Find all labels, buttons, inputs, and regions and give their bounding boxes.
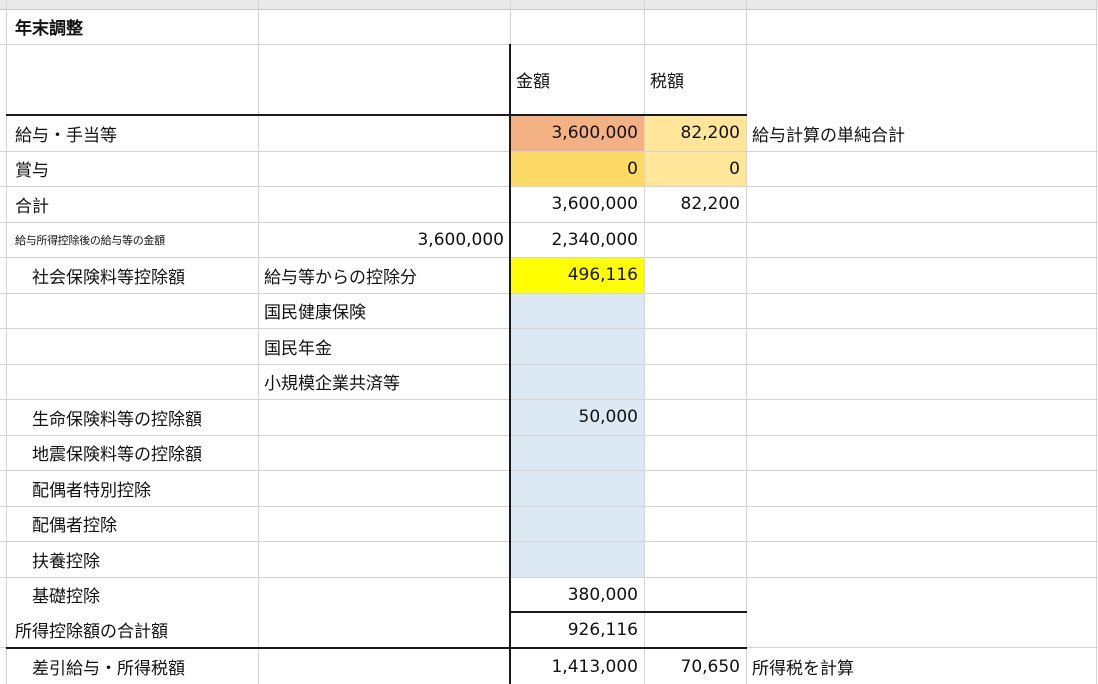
salary-tax[interactable]: 82,200 [644,115,746,151]
total-tax[interactable]: 82,200 [644,186,746,222]
basic-amount[interactable]: 380,000 [510,577,644,612]
mutual-sublabel[interactable]: 小規模企業共済等 [258,364,510,399]
basic-label[interactable]: 基礎控除 [0,577,258,612]
bonus-label[interactable]: 賞与 [6,151,258,186]
health-sublabel[interactable]: 国民健康保険 [258,293,510,328]
earthquake-label[interactable]: 地震保険料等の控除額 [0,435,258,470]
after-deduction-input[interactable]: 3,600,000 [258,222,510,257]
life-amount[interactable]: 50,000 [510,399,644,435]
total-amount[interactable]: 3,600,000 [510,186,644,222]
dependents-label[interactable]: 扶養控除 [0,541,258,577]
deduction-total-amount[interactable]: 926,116 [510,612,644,647]
taxable-note[interactable]: 所得税を計算 [746,649,1096,684]
header-amount[interactable]: 金額 [510,44,644,114]
after-deduction-amount[interactable]: 2,340,000 [510,222,644,257]
header-tax[interactable]: 税額 [644,44,746,114]
pension-sublabel[interactable]: 国民年金 [258,328,510,364]
taxable-amount[interactable]: 1,413,000 [510,649,644,684]
gridline-row [0,293,1098,294]
sheet-title[interactable]: 年末調整 [6,9,258,44]
spreadsheet-grid: 年末調整 金額 税額 給与・手当等 3,600,000 82,200 給与計算の… [0,0,1098,684]
taxable-tax[interactable]: 70,650 [644,649,746,684]
salary-label[interactable]: 給与・手当等 [6,115,258,151]
taxable-label[interactable]: 差引給与・所得税額 [0,649,258,684]
social-sublabel[interactable]: 給与等からの控除分 [258,257,510,293]
life-label[interactable]: 生命保険料等の控除額 [0,399,258,435]
spouse-special-label[interactable]: 配偶者特別控除 [0,470,258,506]
social-label[interactable]: 社会保険料等控除額 [0,257,258,293]
bonus-amount[interactable]: 0 [510,151,644,186]
bonus-tax[interactable]: 0 [644,151,746,186]
salary-amount[interactable]: 3,600,000 [510,115,644,151]
social-amount[interactable]: 496,116 [510,257,644,293]
after-deduction-label[interactable]: 給与所得控除後の給与等の金額 [6,222,258,257]
salary-note[interactable]: 給与計算の単純合計 [746,115,1096,151]
gridline-row [0,328,1098,329]
gridline-col-f [1096,0,1097,684]
total-label[interactable]: 合計 [6,186,258,222]
gridline-row [0,364,1098,365]
deduction-total-label[interactable]: 所得控除額の合計額 [6,612,258,647]
spouse-label[interactable]: 配偶者控除 [0,506,258,541]
gridline-col-e [746,0,747,684]
